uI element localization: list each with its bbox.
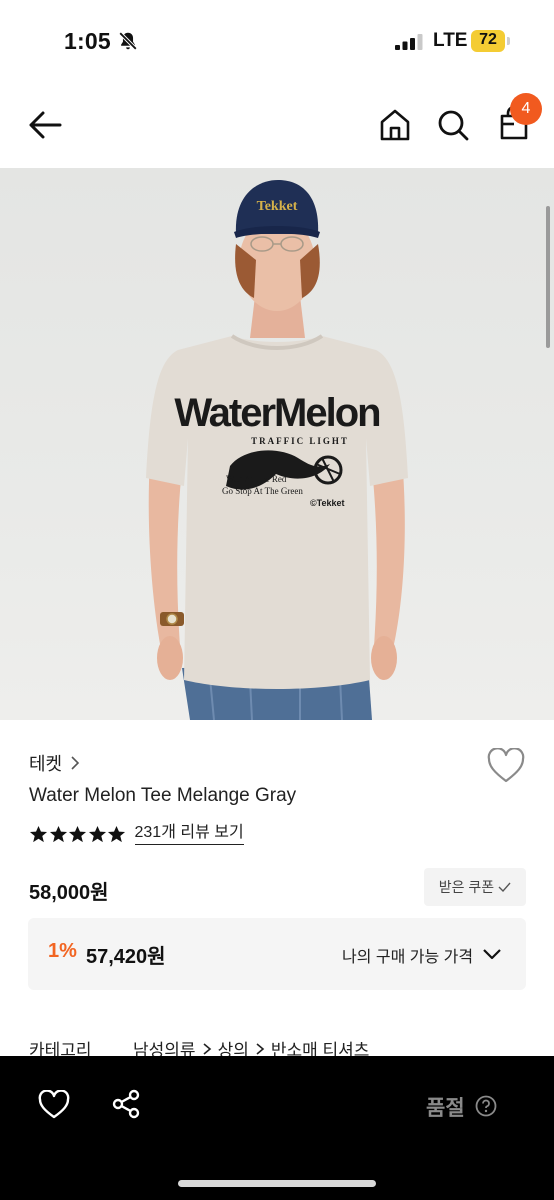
chevron-right-icon xyxy=(256,1042,265,1055)
cap-logo: Tekket xyxy=(257,199,298,214)
shirt-print-title: WaterMelon xyxy=(174,391,379,435)
coupon-button-label: 받은 쿠폰 xyxy=(438,879,495,895)
star-icon xyxy=(68,825,87,842)
back-arrow-icon[interactable] xyxy=(26,108,64,142)
star-icon xyxy=(88,825,106,842)
battery-level: 72 xyxy=(479,31,497,48)
battery-icon: 72 xyxy=(471,30,511,52)
signal-icon xyxy=(395,34,423,50)
top-navigation xyxy=(0,84,554,168)
sold-out-label: 품절 xyxy=(426,1097,465,1120)
star-icon xyxy=(107,825,126,842)
rating-stars xyxy=(29,825,127,844)
model-photo: WaterMelon TRAFFIC LIGHT Wait At The Red… xyxy=(146,180,408,720)
search-icon[interactable] xyxy=(434,106,472,144)
brand-name: 테켓 xyxy=(29,754,63,774)
my-price-label: 나의 구매 가능 가격 xyxy=(342,949,474,966)
review-link[interactable]: 231개 리뷰 보기 xyxy=(134,823,244,845)
network-label: LTE xyxy=(433,30,468,51)
favorite-heart-icon[interactable] xyxy=(486,748,526,784)
status-time: 1:05 xyxy=(64,28,111,54)
image-scroll-indicator xyxy=(546,206,550,348)
product-image[interactable]: WaterMelon TRAFFIC LIGHT Wait At The Red… xyxy=(0,168,554,720)
share-icon[interactable] xyxy=(110,1088,142,1120)
star-icon xyxy=(49,825,67,842)
chevron-right-icon xyxy=(71,756,80,770)
home-indicator[interactable] xyxy=(178,1180,376,1187)
shirt-print-line1: Wait At The Red xyxy=(226,474,287,484)
rating-row: 231개 리뷰 보기 xyxy=(29,821,244,847)
status-bar: 1:05 LTE 72 xyxy=(0,0,554,84)
star-icon xyxy=(29,825,48,842)
heart-icon[interactable] xyxy=(38,1090,70,1120)
my-price-panel[interactable]: 1% 57,420원 나의 구매 가능 가격 xyxy=(28,918,526,990)
product-title: Water Melon Tee Melange Gray xyxy=(29,785,297,806)
cart-count-badge: 4 xyxy=(510,93,542,125)
shirt-print-subtitle: TRAFFIC LIGHT xyxy=(251,436,349,446)
chevron-right-icon xyxy=(203,1042,211,1055)
bell-slash-icon xyxy=(118,31,138,51)
shirt-print-logo: ©Tekket xyxy=(310,498,344,508)
discount-rate: 1% xyxy=(48,940,77,962)
shirt-print-line2: Go Stop At The Green xyxy=(222,486,303,496)
brand-link[interactable]: 테켓 xyxy=(29,750,80,776)
check-icon xyxy=(498,882,511,892)
product-price: 58,000원 xyxy=(29,882,109,904)
received-coupon-button[interactable]: 받은 쿠폰 xyxy=(424,868,526,906)
my-price-value: 57,420원 xyxy=(86,946,166,968)
bottom-action-bar: 품절 xyxy=(0,1056,554,1200)
home-icon[interactable] xyxy=(376,106,414,144)
chevron-down-icon[interactable] xyxy=(482,948,502,960)
help-icon[interactable] xyxy=(475,1095,497,1117)
